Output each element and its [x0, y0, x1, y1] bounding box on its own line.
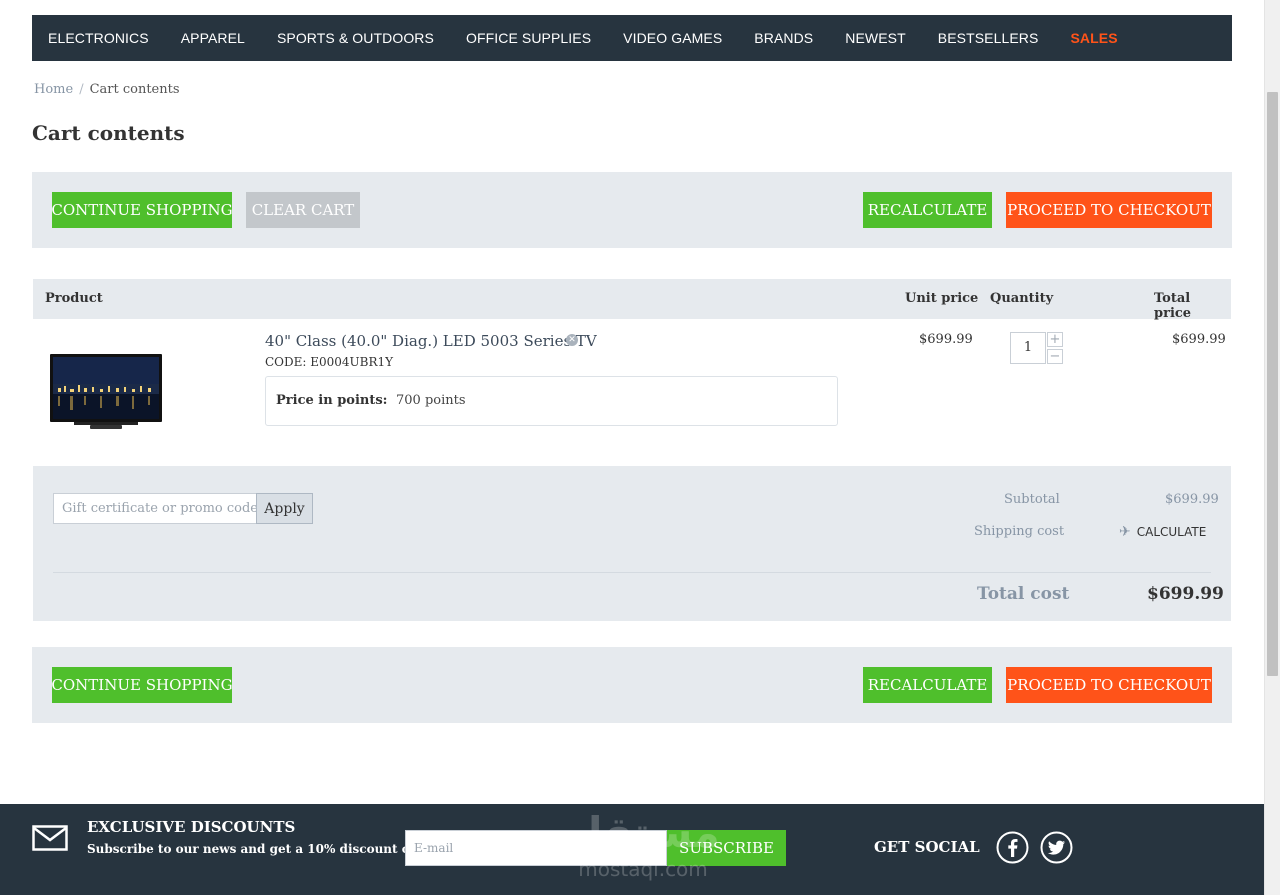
breadcrumb-home[interactable]: Home — [34, 82, 73, 97]
total-cost-label: Total cost — [977, 584, 1070, 604]
nav-brands[interactable]: BRANDS — [754, 30, 813, 46]
calculate-label: CALCULATE — [1136, 525, 1207, 539]
airplane-icon: ✈ — [1119, 524, 1131, 540]
clear-cart-button[interactable]: CLEAR CART — [246, 192, 360, 228]
nav-newest[interactable]: NEWEST — [845, 30, 906, 46]
breadcrumb-current: Cart contents — [89, 82, 180, 97]
header-total-price: Total price — [1154, 291, 1192, 321]
get-social-title: GET SOCIAL — [874, 838, 980, 856]
total-cost-value: $699.99 — [1147, 584, 1224, 604]
breadcrumb: Home / Cart contents — [34, 82, 180, 97]
cart-table-header: Product Unit price Quantity Total price — [33, 279, 1231, 321]
product-name-link[interactable]: 40" Class (40.0" Diag.) LED 5003 Series … — [265, 332, 597, 350]
nav-sports-outdoors[interactable]: SPORTS & OUTDOORS — [277, 30, 434, 46]
remove-item-icon[interactable]: ✕ — [566, 334, 578, 346]
page-title: Cart contents — [32, 121, 185, 145]
product-image-tv[interactable] — [50, 354, 162, 430]
nav-video-games[interactable]: VIDEO GAMES — [623, 30, 722, 46]
subscribe-button[interactable]: SUBSCRIBE — [667, 830, 786, 866]
discount-subtitle: Subscribe to our news and get a 10% disc… — [87, 842, 457, 856]
proceed-to-checkout-button-bottom[interactable]: PROCEED TO CHECKOUT — [1006, 667, 1212, 703]
header-quantity: Quantity — [990, 291, 1054, 306]
nav-electronics[interactable]: ELECTRONICS — [48, 30, 149, 46]
nav-bestsellers[interactable]: BESTSELLERS — [938, 30, 1039, 46]
top-nav: ELECTRONICS APPAREL SPORTS & OUTDOORS OF… — [32, 15, 1232, 61]
mail-icon — [32, 825, 68, 851]
twitter-icon[interactable] — [1040, 831, 1073, 864]
scrollbar-thumb[interactable] — [1267, 92, 1278, 676]
product-code: CODE: E0004UBR1Y — [265, 355, 394, 369]
unit-price: $699.99 — [919, 332, 973, 347]
continue-shopping-button[interactable]: CONTINUE SHOPPING — [51, 192, 233, 228]
subtotal-value: $699.99 — [1165, 492, 1219, 507]
subtotal-label: Subtotal — [1004, 492, 1060, 507]
proceed-to-checkout-button[interactable]: PROCEED TO CHECKOUT — [1006, 192, 1212, 228]
header-product: Product — [45, 291, 103, 306]
item-total-price: $699.99 — [1172, 332, 1226, 347]
promo-code-input[interactable] — [53, 493, 257, 524]
exclusive-discounts-title: EXCLUSIVE DISCOUNTS — [87, 818, 296, 836]
recalculate-button-bottom[interactable]: RECALCULATE — [863, 667, 992, 703]
bottom-button-bar: CONTINUE SHOPPING RECALCULATE PROCEED TO… — [32, 647, 1232, 723]
calculate-shipping-link[interactable]: ✈ CALCULATE — [1119, 524, 1206, 540]
header-unit-price: Unit price — [905, 291, 979, 306]
points-value: 700 points — [396, 393, 466, 408]
nav-office-supplies[interactable]: OFFICE SUPPLIES — [466, 30, 591, 46]
nav-sales[interactable]: SALES — [1070, 30, 1117, 46]
page-scrollbar[interactable] — [1264, 0, 1280, 895]
totals-panel: Apply Subtotal $699.99 Shipping cost ✈ C… — [33, 466, 1231, 621]
nav-apparel[interactable]: APPAREL — [181, 30, 245, 46]
continue-shopping-button-bottom[interactable]: CONTINUE SHOPPING — [51, 667, 233, 703]
totals-divider — [53, 572, 1211, 573]
points-label: Price in points: — [276, 393, 388, 408]
breadcrumb-separator: / — [79, 82, 84, 97]
points-box: Price in points: 700 points — [265, 376, 838, 426]
quantity-increase-icon[interactable]: + — [1047, 332, 1063, 347]
facebook-icon[interactable] — [996, 831, 1029, 864]
footer: EXCLUSIVE DISCOUNTS Subscribe to our new… — [0, 804, 1264, 895]
shipping-label: Shipping cost — [974, 524, 1065, 539]
newsletter-email-input[interactable] — [405, 830, 667, 866]
quantity-input[interactable]: 1 — [1010, 332, 1046, 364]
top-button-bar: CONTINUE SHOPPING CLEAR CART RECALCULATE… — [32, 172, 1232, 248]
recalculate-button[interactable]: RECALCULATE — [863, 192, 992, 228]
apply-button[interactable]: Apply — [256, 493, 313, 524]
quantity-decrease-icon[interactable]: − — [1047, 349, 1063, 364]
